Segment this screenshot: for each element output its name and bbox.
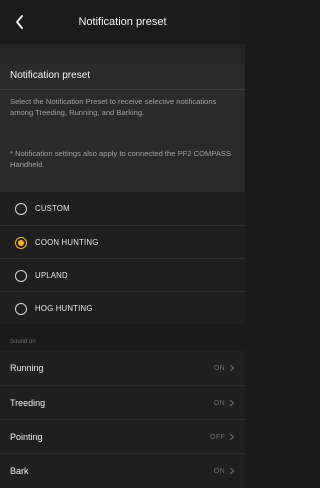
preset-option-upland[interactable]: UPLAND	[0, 258, 245, 292]
info-note: * Notification settings also apply to co…	[10, 149, 232, 169]
back-button[interactable]	[10, 12, 30, 32]
info-description: Select the Notification Preset to receiv…	[10, 97, 217, 117]
spacer	[0, 44, 245, 64]
preset-option-label: UPLAND	[35, 271, 68, 280]
radio-icon	[15, 202, 27, 215]
setting-value: ON	[213, 364, 225, 372]
setting-label: Treeding	[10, 398, 46, 408]
setting-row-running[interactable]: Running ON	[0, 351, 245, 385]
preset-option-label: COON HUNTING	[35, 238, 99, 247]
page-title: Notification preset	[78, 16, 167, 28]
setting-row-treeding[interactable]: Treeding ON	[0, 385, 245, 420]
setting-label: Pointing	[10, 432, 43, 442]
setting-label: Running	[10, 363, 44, 373]
preset-option-label: HOG HUNTING	[35, 304, 93, 313]
chevron-right-icon	[229, 399, 235, 407]
radio-icon	[15, 269, 27, 282]
sound-settings-list: Running ON Treeding ON Pointing OFF Bark…	[0, 351, 245, 488]
preset-option-label: CUSTOM	[35, 204, 70, 213]
preset-option-custom[interactable]: CUSTOM	[0, 192, 245, 225]
setting-value: OFF	[210, 433, 225, 441]
preset-options: CUSTOM COON HUNTING UPLAND HOG HUNTING	[0, 192, 245, 324]
info-card: Notification preset Select the Notificat…	[0, 64, 245, 192]
setting-row-pointing[interactable]: Pointing OFF	[0, 419, 245, 454]
setting-value: ON	[213, 467, 225, 475]
info-title: Notification preset	[10, 70, 91, 81]
chevron-right-icon	[229, 433, 235, 441]
chevron-left-icon	[16, 15, 23, 29]
chevron-right-icon	[229, 467, 235, 475]
chevron-right-icon	[229, 364, 235, 372]
preset-option-hog-hunting[interactable]: HOG HUNTING	[0, 291, 245, 325]
preset-option-coon-hunting[interactable]: COON HUNTING	[0, 225, 245, 259]
screen: Notification preset Notification preset …	[0, 0, 245, 488]
section-label: Sound on	[10, 339, 36, 345]
radio-icon	[15, 302, 27, 315]
setting-label: Bark	[10, 466, 29, 476]
setting-row-bark[interactable]: Bark ON	[0, 453, 245, 488]
header: Notification preset	[0, 0, 245, 44]
radio-selected-icon	[15, 236, 27, 249]
divider	[0, 89, 245, 90]
setting-value: ON	[213, 399, 225, 407]
